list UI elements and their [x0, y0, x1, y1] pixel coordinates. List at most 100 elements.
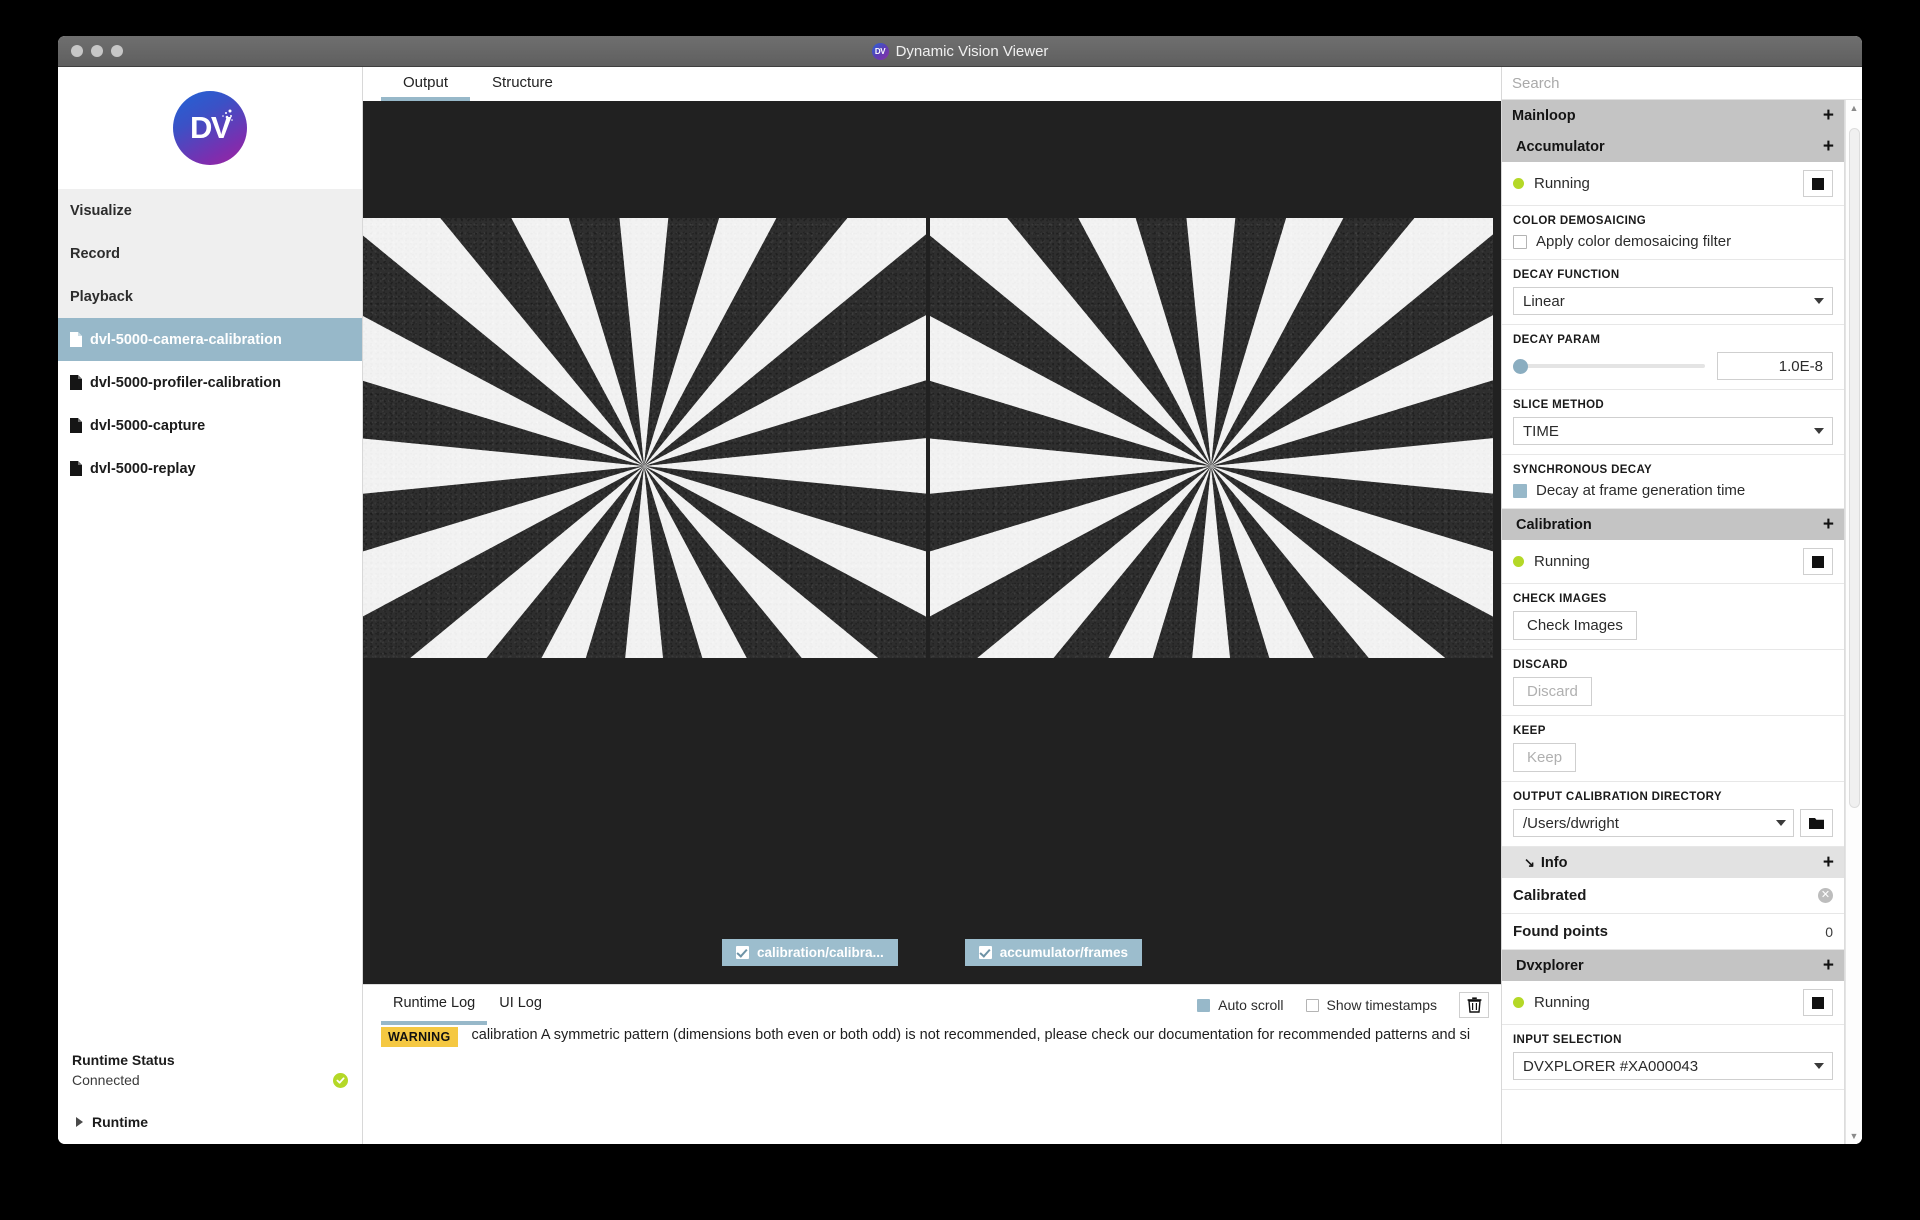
siemens-star-pattern: [930, 218, 1493, 658]
sidebar-file-capture[interactable]: dvl-5000-capture: [58, 404, 362, 447]
section-header-info[interactable]: ↘ Info +: [1502, 847, 1844, 878]
slider-knob[interactable]: [1513, 359, 1528, 374]
show-timestamps-toggle[interactable]: Show timestamps: [1305, 997, 1437, 1013]
runtime-expander[interactable]: Runtime: [72, 1114, 348, 1130]
discard-button[interactable]: Discard: [1513, 677, 1592, 706]
app-body: DV Visualize Record Playback dvl-5000-ca…: [58, 67, 1862, 1144]
tab-output[interactable]: Output: [381, 67, 471, 101]
plus-icon[interactable]: +: [1823, 137, 1834, 156]
sidebar-item-label: Playback: [70, 288, 133, 305]
tab-ui-log[interactable]: UI Log: [487, 985, 554, 1025]
scrollbar-thumb[interactable]: [1849, 128, 1860, 808]
runtime-status-title: Runtime Status: [72, 1052, 175, 1068]
calibration-preview-image[interactable]: [363, 218, 926, 658]
plus-icon[interactable]: +: [1823, 853, 1834, 872]
center-tabbar: Output Structure: [363, 67, 1501, 101]
document-icon: [70, 461, 82, 476]
decay-param-slider[interactable]: [1513, 355, 1717, 377]
center-pane: Output Structure calibration/calibra... …: [363, 67, 1501, 1144]
maximize-window-button[interactable]: [111, 45, 123, 57]
section-header-calibration[interactable]: Calibration +: [1502, 509, 1844, 540]
auto-scroll-toggle[interactable]: Auto scroll: [1197, 997, 1284, 1013]
document-icon: [70, 375, 82, 390]
info-key: Calibrated: [1513, 887, 1587, 904]
section-header-mainloop[interactable]: Mainloop +: [1502, 100, 1844, 131]
plus-icon[interactable]: +: [1823, 956, 1834, 975]
chip-calibration-output[interactable]: calibration/calibra...: [721, 939, 898, 966]
sidebar-file-camera-calibration[interactable]: dvl-5000-camera-calibration: [58, 318, 362, 361]
info-row-found-points: Found points 0: [1502, 914, 1844, 950]
calibration-stop-button[interactable]: [1803, 548, 1833, 575]
sidebar-item-record[interactable]: Record: [58, 232, 362, 275]
sidebar-item-visualize[interactable]: Visualize: [58, 189, 362, 232]
runtime-status-panel: Runtime Status Connected Runtime: [58, 1052, 362, 1144]
close-window-button[interactable]: [71, 45, 83, 57]
status-dot-icon: [1513, 178, 1524, 189]
properties-scrollbar[interactable]: ▲ ▼: [1845, 100, 1862, 1144]
info-row-calibrated: Calibrated ✕: [1502, 878, 1844, 914]
dvxplorer-stop-button[interactable]: [1803, 989, 1833, 1016]
dvxplorer-status-row: Running: [1502, 981, 1844, 1025]
chevron-down-icon: [1814, 428, 1824, 434]
info-key: Found points: [1513, 923, 1608, 940]
app-window: DV Dynamic Vision Viewer DV Visualize Re…: [58, 36, 1862, 1144]
tab-runtime-log[interactable]: Runtime Log: [381, 985, 488, 1025]
triangle-right-icon: [76, 1117, 83, 1127]
checkbox-checked-icon: [735, 946, 749, 959]
check-images-button[interactable]: Check Images: [1513, 611, 1637, 640]
status-dot-icon: [1513, 556, 1524, 567]
auto-scroll-label: Auto scroll: [1218, 997, 1284, 1013]
status-dot-icon: [1513, 997, 1524, 1008]
scrollbar-track[interactable]: [1846, 114, 1862, 1130]
plus-icon[interactable]: +: [1823, 515, 1834, 534]
field-synchronous-decay: SYNCHRONOUS DECAY Decay at frame generat…: [1502, 455, 1844, 509]
input-selection-select[interactable]: DVXPLORER #XA000043: [1513, 1052, 1833, 1080]
decay-param-value-input[interactable]: 1.0E-8: [1717, 352, 1833, 380]
sidebar-file-label: dvl-5000-replay: [90, 460, 196, 477]
section-header-dvxplorer[interactable]: Dvxplorer +: [1502, 950, 1844, 981]
sidebar-file-label: dvl-5000-profiler-calibration: [90, 374, 281, 391]
window-controls[interactable]: [71, 45, 123, 57]
decay-function-select[interactable]: Linear: [1513, 287, 1833, 315]
field-input-selection: INPUT SELECTION DVXPLORER #XA000043: [1502, 1025, 1844, 1090]
properties-scroll-area: Mainloop + Accumulator + Running COLOR D…: [1502, 100, 1862, 1144]
plus-icon[interactable]: +: [1823, 106, 1834, 125]
chevron-down-icon[interactable]: ▼: [1850, 1130, 1859, 1142]
field-label: SYNCHRONOUS DECAY: [1513, 464, 1653, 476]
sidebar-item-playback[interactable]: Playback: [58, 275, 362, 318]
chip-accumulator-frames[interactable]: accumulator/frames: [964, 939, 1143, 966]
slice-method-select[interactable]: TIME: [1513, 417, 1833, 445]
document-icon: [70, 332, 82, 347]
keep-button[interactable]: Keep: [1513, 743, 1577, 772]
chevron-up-icon[interactable]: ▲: [1850, 102, 1859, 114]
synchronous-decay-checkbox[interactable]: Decay at frame generation time: [1513, 482, 1833, 499]
field-label: SLICE METHOD: [1513, 399, 1605, 411]
x-circle-icon: ✕: [1818, 888, 1833, 903]
field-label: CHECK IMAGES: [1513, 593, 1607, 605]
section-header-accumulator[interactable]: Accumulator +: [1502, 131, 1844, 162]
color-demosaicing-checkbox[interactable]: Apply color demosaicing filter: [1513, 233, 1833, 250]
browse-directory-button[interactable]: [1800, 809, 1833, 837]
section-title: Calibration: [1516, 516, 1592, 533]
checkbox-label: Decay at frame generation time: [1536, 482, 1746, 499]
output-directory-row: /Users/dwright: [1513, 809, 1833, 837]
preview-images-row: [363, 218, 1501, 658]
tab-structure[interactable]: Structure: [470, 67, 575, 101]
section-title: Mainloop: [1512, 107, 1576, 124]
output-viewport[interactable]: calibration/calibra... accumulator/frame…: [363, 101, 1501, 984]
accumulator-preview-image[interactable]: [930, 218, 1493, 658]
sidebar: DV Visualize Record Playback dvl-5000-ca…: [58, 67, 363, 1144]
decay-param-value: 1.0E-8: [1778, 357, 1823, 375]
sidebar-file-replay[interactable]: dvl-5000-replay: [58, 447, 362, 490]
accumulator-stop-button[interactable]: [1803, 170, 1833, 197]
tab-label: Output: [403, 73, 449, 91]
search-input[interactable]: [1502, 67, 1862, 99]
minimize-window-button[interactable]: [91, 45, 103, 57]
clear-log-button[interactable]: [1459, 992, 1489, 1018]
log-toolbar: Runtime Log UI Log Auto scroll Show time…: [363, 985, 1501, 1025]
sidebar-file-profiler-calibration[interactable]: dvl-5000-profiler-calibration: [58, 361, 362, 404]
field-discard: DISCARD Discard: [1502, 650, 1844, 716]
output-directory-select[interactable]: /Users/dwright: [1513, 809, 1794, 837]
overlay-chips: calibration/calibra... accumulator/frame…: [363, 939, 1501, 966]
